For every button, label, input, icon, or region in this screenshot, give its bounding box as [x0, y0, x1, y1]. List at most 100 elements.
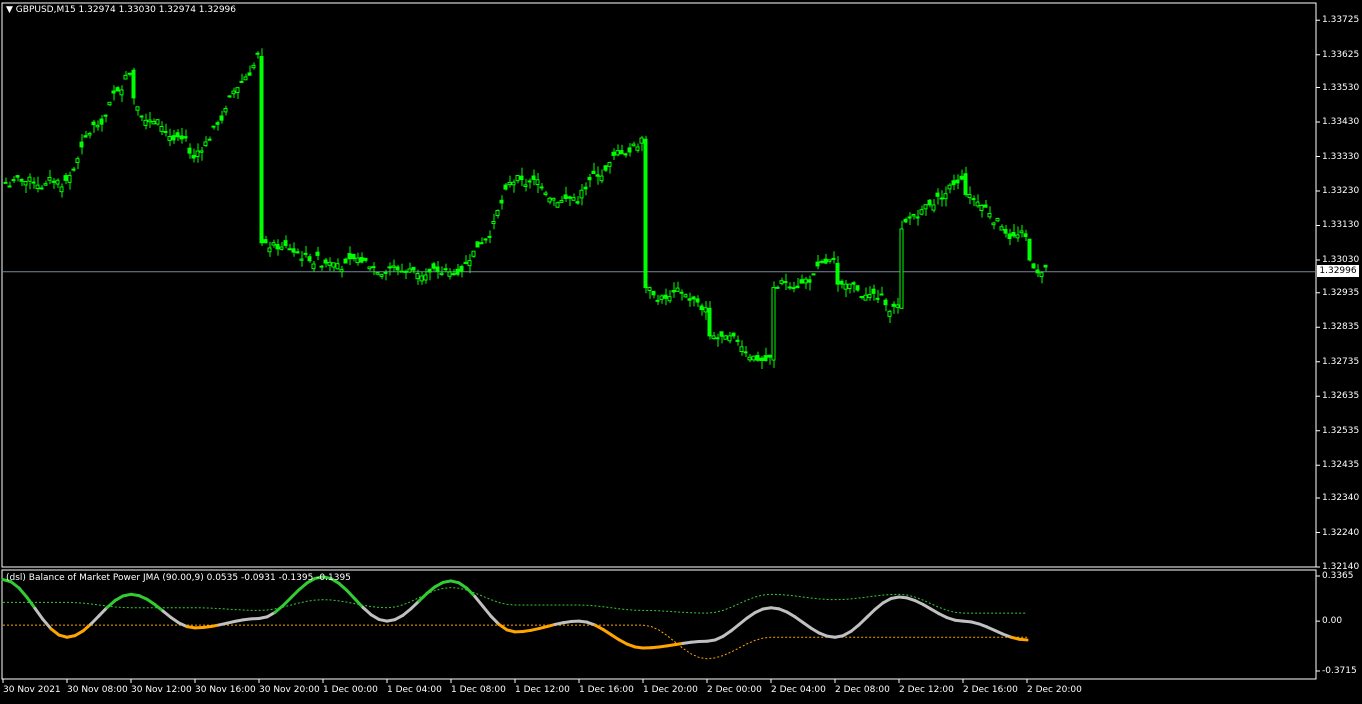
candle-body — [448, 272, 451, 276]
symbol-header[interactable]: ▼ GBPUSD,M15 1.32974 1.33030 1.32974 1.3… — [6, 5, 236, 15]
candle-body — [468, 261, 471, 266]
bmp-line-segment — [851, 625, 859, 632]
candle-body — [772, 288, 775, 360]
candle-body — [240, 81, 243, 82]
candle-body — [428, 269, 431, 272]
candle-body — [80, 142, 83, 147]
candle-body — [776, 287, 779, 288]
candle-body — [524, 185, 527, 187]
candle-body — [596, 175, 599, 176]
bmp-line-segment — [283, 598, 291, 606]
candle-body — [744, 352, 747, 353]
candle-body — [924, 205, 927, 209]
candle-body — [168, 137, 171, 141]
candle-body — [956, 180, 959, 183]
candle-body — [360, 257, 363, 262]
candle-body — [404, 271, 407, 272]
candle-body — [88, 133, 91, 134]
candle-body — [600, 176, 603, 181]
candle-body — [24, 182, 27, 185]
candle-body — [848, 284, 851, 288]
candle-body — [100, 119, 103, 124]
candle-body — [184, 137, 187, 138]
candle-body — [232, 91, 235, 94]
candle-body — [996, 219, 999, 221]
candle-body — [692, 297, 695, 299]
x-tick-label: 1 Dec 00:00 — [323, 685, 378, 695]
bmp-line-segment — [163, 611, 171, 617]
candle-body — [568, 197, 571, 198]
bmp-line-segment — [483, 606, 491, 616]
candle-body — [124, 75, 127, 79]
candle-body — [668, 297, 671, 301]
candle-body — [364, 258, 367, 260]
y-tick-label: 1.33230 — [1322, 186, 1359, 196]
candle-body — [496, 211, 499, 216]
candle-body — [68, 175, 71, 182]
candle-body — [212, 126, 215, 127]
dropdown-triangle-icon[interactable]: ▼ — [6, 5, 13, 15]
candle-body — [560, 201, 563, 203]
bmp-line-segment — [739, 618, 747, 624]
candle-body — [908, 217, 911, 218]
bmp-line-segment — [867, 609, 875, 617]
candle-body — [236, 88, 239, 93]
candle-body — [860, 297, 863, 298]
candle-body — [620, 151, 623, 154]
chart-canvas[interactable] — [0, 0, 1362, 700]
candle-body — [288, 249, 291, 250]
candle-body — [156, 120, 159, 124]
bmp-line-segment — [19, 588, 27, 597]
candle-body — [160, 126, 163, 131]
candle-body — [484, 239, 487, 240]
candle-body — [188, 148, 191, 153]
candle-body — [736, 340, 739, 341]
candle-body — [28, 177, 31, 181]
candle-body — [16, 176, 19, 178]
candle-body — [248, 73, 251, 75]
candle-body — [228, 96, 231, 97]
candle-body — [1044, 265, 1047, 267]
candle-body — [916, 217, 919, 218]
candle-body — [740, 347, 743, 352]
candle-body — [968, 194, 971, 197]
candle-body — [800, 280, 803, 283]
candle-body — [888, 311, 891, 316]
candle-body — [20, 180, 23, 182]
x-tick-label: 2 Dec 12:00 — [899, 685, 954, 695]
candle-body — [500, 200, 503, 203]
candle-body — [644, 139, 647, 287]
candle-body — [628, 148, 631, 152]
candle-body — [588, 177, 591, 179]
candle-body — [932, 205, 935, 210]
bmp-line-segment — [339, 583, 347, 590]
candle-body — [284, 241, 287, 246]
bmp-line-segment — [875, 603, 883, 610]
candle-body — [824, 259, 827, 263]
x-tick-label: 30 Nov 20:00 — [259, 685, 320, 695]
x-tick-label: 1 Dec 04:00 — [387, 685, 442, 695]
candle-body — [424, 275, 427, 280]
x-tick-label: 1 Dec 12:00 — [515, 685, 570, 695]
x-tick-label: 30 Nov 2021 — [3, 685, 61, 695]
candle-body — [352, 254, 355, 258]
candle-body — [920, 210, 923, 214]
candle-body — [632, 144, 635, 146]
bmp-line-segment — [347, 591, 355, 599]
candle-body — [788, 287, 791, 288]
candle-body — [456, 269, 459, 274]
candle-body — [1008, 234, 1011, 239]
candle-body — [396, 267, 399, 270]
candle-body — [40, 188, 43, 189]
candle-body — [372, 267, 375, 268]
candle-body — [872, 289, 875, 293]
candle-body — [688, 299, 691, 300]
candle-body — [72, 169, 75, 170]
candle-body — [796, 286, 799, 287]
y-tick-label: 1.32435 — [1322, 460, 1359, 470]
candle-body — [764, 356, 767, 361]
candle-body — [408, 269, 411, 272]
candle-body — [808, 280, 811, 282]
candle-body — [280, 247, 283, 249]
bmp-line-segment — [299, 583, 307, 590]
